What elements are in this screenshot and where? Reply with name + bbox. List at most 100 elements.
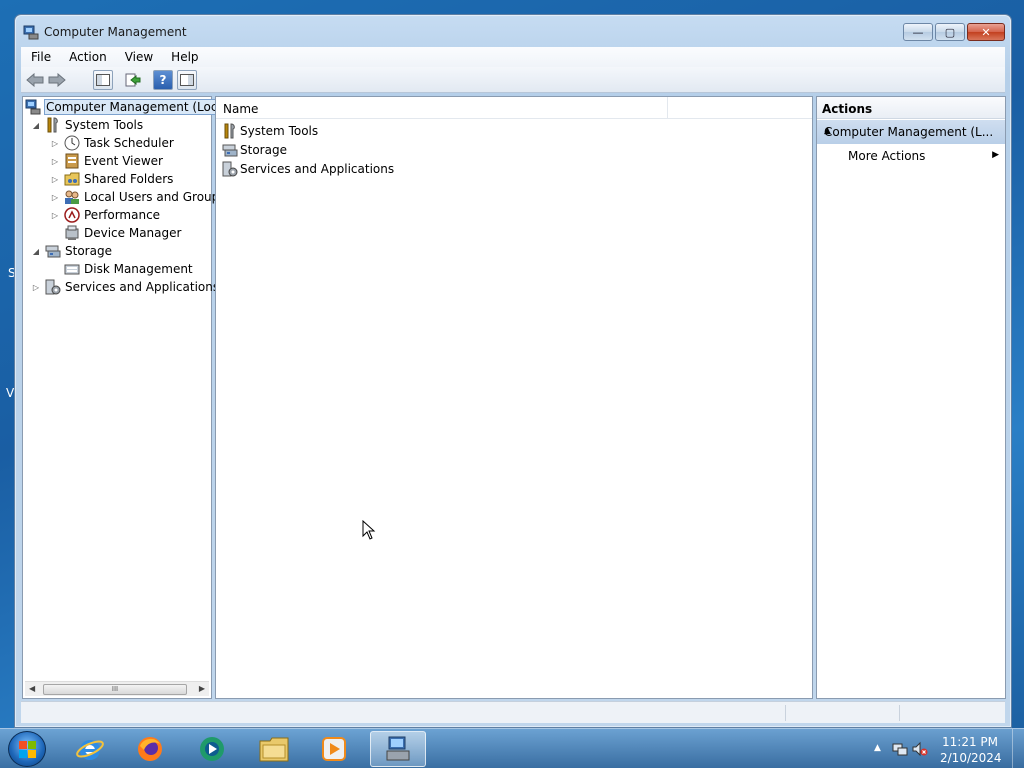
show-desktop-button[interactable] [1012,729,1024,768]
storage-icon [45,243,61,259]
tree-item-task-scheduler[interactable]: ▷ Task Scheduler [50,134,175,152]
submenu-arrow-icon[interactable]: ▶ [992,150,999,160]
clock-date: 2/10/2024 [940,751,1002,765]
expand-icon[interactable]: ▷ [50,175,60,184]
computer-management-icon [23,24,39,40]
tree-item-local-users[interactable]: ▷ Local Users and Groups [50,188,227,206]
expand-icon[interactable]: ▷ [50,139,60,148]
scroll-right-icon[interactable]: ▶ [199,684,205,693]
performance-icon [64,207,80,223]
forward-button[interactable] [47,70,67,90]
more-actions-link[interactable]: More Actions [848,149,925,163]
console-tree[interactable]: Computer Management (Local ◢ System Tool… [22,96,231,699]
clock[interactable]: 11:21 PM 2/10/2024 [940,734,1002,766]
tree-item-computer-management[interactable]: Computer Management (Local [25,98,231,116]
minimize-button[interactable]: — [903,23,933,41]
internet-explorer-icon [76,740,104,760]
taskbar-windows-explorer[interactable] [246,731,302,767]
menu-help[interactable]: Help [162,50,207,64]
list-item-system-tools[interactable]: System Tools [222,122,318,140]
details-pane[interactable]: Name System Tools Storage Services and A… [215,96,813,699]
title-bar[interactable]: Computer Management — ▢ ✕ [15,15,1011,47]
mouse-cursor-icon [362,519,376,543]
tree-horizontal-scrollbar[interactable]: ◀ III ▶ [25,681,209,696]
services-icon [45,279,61,295]
show-hide-action-pane-button[interactable] [177,70,197,90]
computer-management-icon [25,99,41,115]
status-bar [21,701,1005,723]
scrollbar-thumb[interactable]: III [43,684,187,695]
taskbar: ▲ 11:21 PM 2/10/2024 [0,728,1024,768]
taskbar-internet-explorer[interactable] [62,731,118,767]
menu-view[interactable]: View [116,50,162,64]
back-button[interactable] [25,70,45,90]
action-pane-icon [180,74,194,86]
computer-management-window: Computer Management — ▢ ✕ File Action Vi… [14,14,1012,728]
show-hide-console-tree-button[interactable] [93,70,113,90]
help-button[interactable]: ? [153,70,173,90]
actions-section-computer-management[interactable]: Computer Management (L... ▲ [817,120,1005,144]
list-header: Name [216,97,812,119]
taskbar-computer-management[interactable] [370,731,426,767]
menu-file[interactable]: File [21,50,60,64]
tree-item-device-manager[interactable]: Device Manager [50,224,182,242]
column-divider[interactable] [667,97,668,119]
volume-muted-icon[interactable] [912,741,928,760]
collapse-icon[interactable]: ◢ [31,247,41,256]
taskbar-media-center[interactable] [184,731,240,767]
tree-item-system-tools[interactable]: ◢ System Tools [31,116,144,134]
disk-management-icon [64,261,80,277]
close-button[interactable]: ✕ [967,23,1005,41]
tree-item-event-viewer[interactable]: ▷ Event Viewer [50,152,164,170]
services-icon [222,161,238,177]
clock-time: 11:21 PM [942,735,998,749]
firefox-icon [138,737,162,761]
tree-item-disk-management[interactable]: Disk Management [50,260,194,278]
task-scheduler-icon [64,135,80,151]
status-divider [899,705,900,721]
expand-icon[interactable]: ▷ [31,283,41,292]
system-tray: ▲ 11:21 PM 2/10/2024 [864,729,1024,768]
device-manager-icon [64,225,80,241]
local-users-icon [64,189,80,205]
desktop-icon-label[interactable]: V [6,386,14,400]
column-header-name[interactable]: Name [223,102,258,116]
back-arrow-icon [26,73,44,87]
menu-bar: File Action View Help [21,47,1005,67]
system-tools-icon [222,123,238,139]
console-tree-icon [96,74,110,86]
storage-icon [222,142,238,158]
tree-item-shared-folders[interactable]: ▷ Shared Folders [50,170,174,188]
actions-pane: Actions Computer Management (L... ▲ More… [816,96,1006,699]
export-list-button[interactable] [123,70,143,90]
help-icon: ? [159,73,167,87]
menu-action[interactable]: Action [60,50,116,64]
expand-icon[interactable]: ▷ [50,193,60,202]
expand-icon[interactable]: ▷ [50,211,60,220]
collapse-section-icon[interactable]: ▲ [824,126,1001,136]
collapse-icon[interactable]: ◢ [31,121,41,130]
scroll-left-icon[interactable]: ◀ [29,684,35,693]
maximize-button[interactable]: ▢ [935,23,965,41]
list-item-services-applications[interactable]: Services and Applications [222,160,394,178]
taskbar-media-player[interactable] [306,731,362,767]
folder-icon [259,737,289,762]
tree-item-storage[interactable]: ◢ Storage [31,242,113,260]
shared-folders-icon [64,171,80,187]
media-player-icon [322,737,346,761]
actions-header: Actions [817,97,1005,119]
toolbar: ? [21,67,1005,93]
export-list-icon [125,73,141,87]
list-item-storage[interactable]: Storage [222,141,287,159]
tree-item-services-applications[interactable]: ▷ Services and Applications [31,278,220,296]
taskbar-firefox[interactable] [122,731,178,767]
window-title: Computer Management [44,25,187,39]
expand-icon[interactable]: ▷ [50,157,60,166]
tree-item-performance[interactable]: ▷ Performance [50,206,161,224]
show-hidden-icons-icon[interactable]: ▲ [874,743,881,753]
start-button[interactable] [8,731,46,767]
forward-arrow-icon [48,73,66,87]
network-icon[interactable] [892,741,908,760]
windows-logo-icon [19,741,36,758]
computer-management-icon [386,736,410,761]
